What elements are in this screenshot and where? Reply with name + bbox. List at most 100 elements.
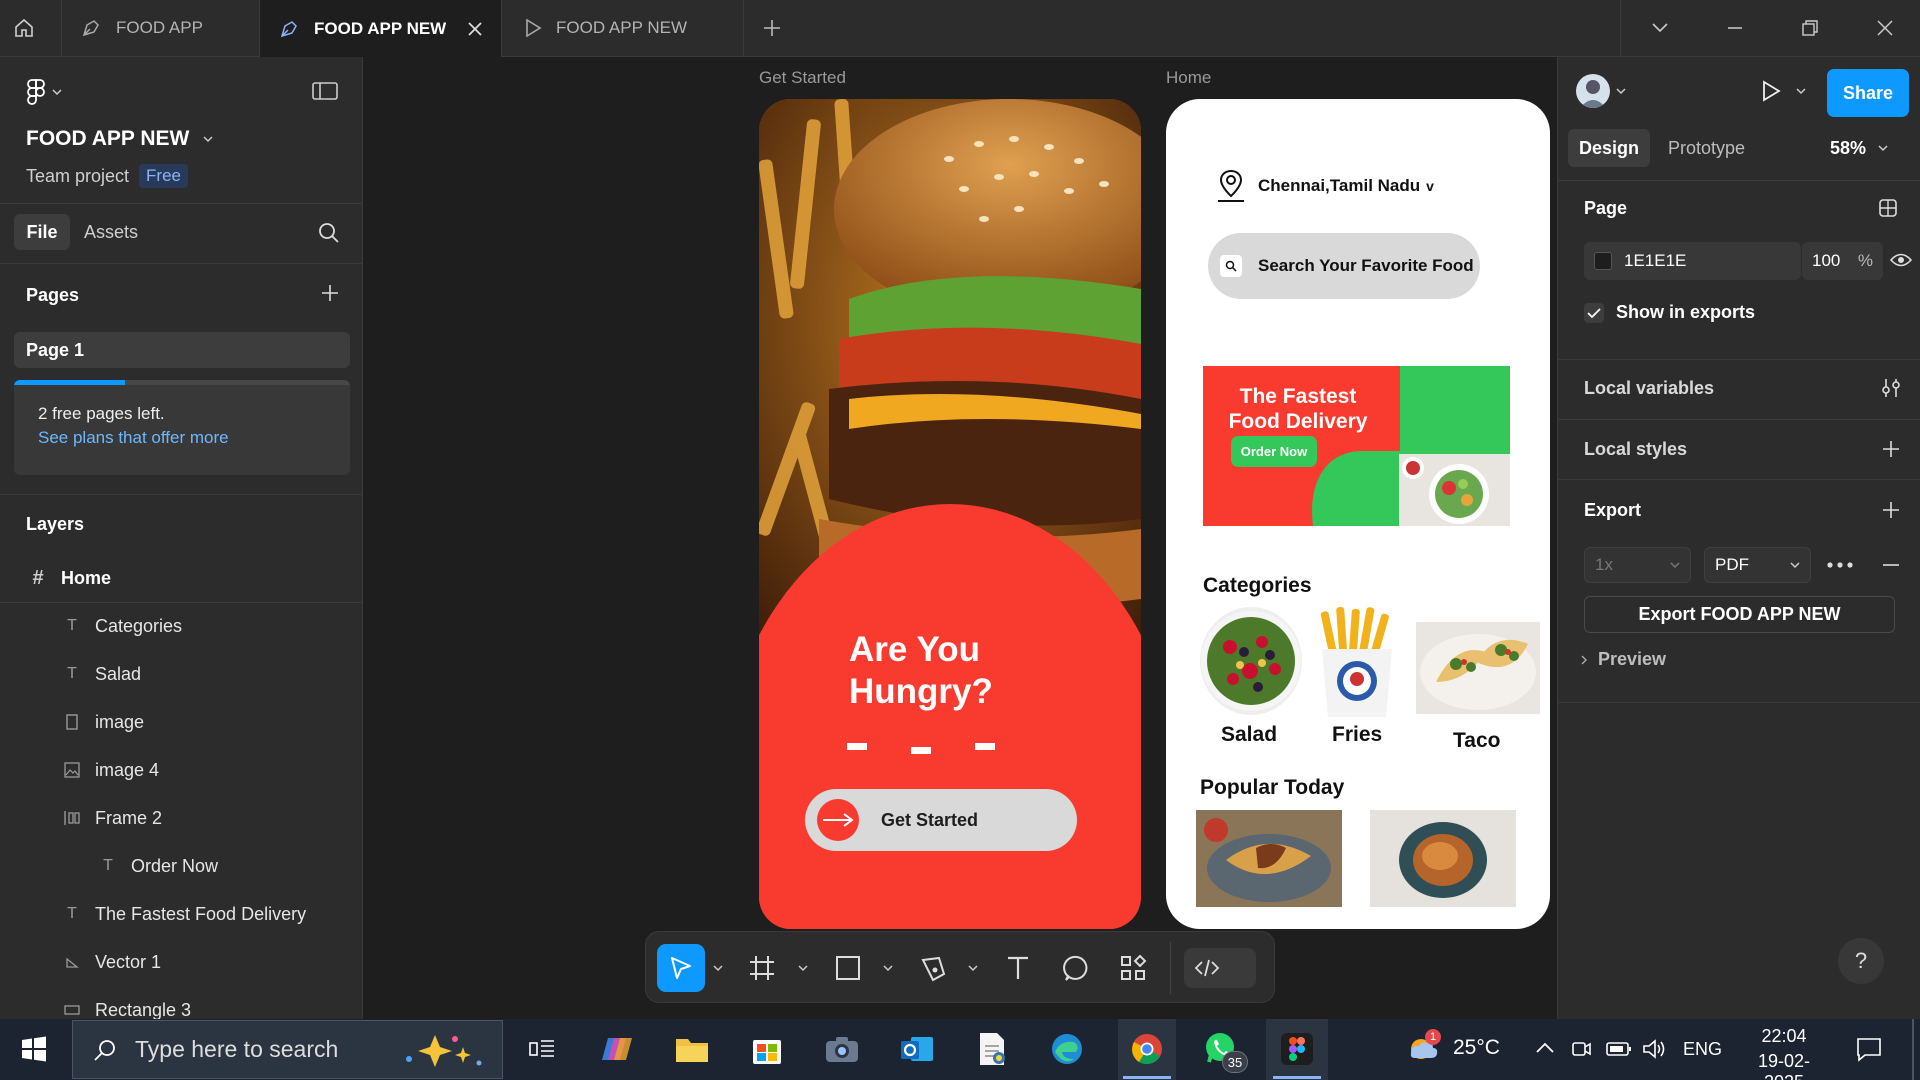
frame-tool-button[interactable] <box>740 946 784 995</box>
chrome-app[interactable] <box>1123 1027 1171 1071</box>
chevron-down-icon[interactable] <box>883 964 893 972</box>
layer-order-now[interactable]: T Order Now <box>0 842 362 890</box>
show-in-exports-checkbox[interactable]: Show in exports <box>1584 302 1755 323</box>
tab-food-app[interactable]: FOOD APP <box>62 0 260 56</box>
outlook-app[interactable] <box>893 1027 941 1071</box>
whatsapp-app[interactable]: 35 <box>1198 1027 1248 1073</box>
tab-food-app-new-prototype[interactable]: FOOD APP NEW <box>502 0 744 56</box>
export-settings-button[interactable] <box>1826 555 1854 580</box>
export-format-select[interactable]: PDF <box>1704 547 1811 583</box>
zoom-dropdown[interactable]: 58% <box>1830 129 1888 167</box>
layer-salad[interactable]: T Salad <box>0 650 362 698</box>
color-swatch[interactable] <box>1594 252 1612 270</box>
tab-list-button[interactable] <box>1622 0 1697 56</box>
popular-item-image-2[interactable] <box>1370 810 1516 907</box>
clock[interactable]: 22:04 19-02-2025 <box>1738 1026 1830 1080</box>
temperature[interactable]: 25°C <box>1453 1036 1500 1060</box>
get-started-button[interactable]: Get Started <box>805 789 1077 851</box>
salad-category-image[interactable] <box>1200 607 1302 715</box>
restore-button[interactable] <box>1772 0 1847 56</box>
home-frame[interactable]: Chennai,Tamil Nadu v Search Your Favorit… <box>1166 99 1550 929</box>
chevron-down-icon[interactable] <box>798 964 808 972</box>
chevron-down-icon[interactable] <box>713 964 723 972</box>
layer-image[interactable]: image <box>0 698 362 746</box>
plan-badge[interactable]: Free <box>139 164 189 188</box>
minimize-button[interactable] <box>1697 0 1772 56</box>
page-opacity-field[interactable]: 100 % <box>1802 242 1883 280</box>
task-view-button[interactable] <box>518 1027 566 1071</box>
assets-tab[interactable]: Assets <box>84 214 138 250</box>
text-tool-button[interactable] <box>996 946 1040 995</box>
home-tab[interactable] <box>0 0 62 56</box>
add-style-button[interactable] <box>1881 439 1901 464</box>
search-bar[interactable]: Search Your Favorite Food <box>1208 233 1480 299</box>
shape-tool-button[interactable] <box>826 946 870 995</box>
pen-tool-button[interactable] <box>911 946 955 995</box>
actions-tool-button[interactable] <box>1111 946 1155 995</box>
copilot-app[interactable] <box>593 1027 641 1071</box>
move-tool-button[interactable] <box>657 944 705 992</box>
canvas[interactable]: Get Started Home Are You Hungry? Get Sta… <box>364 57 1557 1019</box>
prototype-tab[interactable]: Prototype <box>1668 129 1745 167</box>
comment-tool-button[interactable] <box>1055 946 1099 995</box>
export-button[interactable]: Export FOOD APP NEW <box>1584 596 1895 633</box>
page-color-field[interactable]: 1E1E1E <box>1584 242 1801 280</box>
present-button[interactable] <box>1760 79 1806 103</box>
taco-category-image[interactable] <box>1416 622 1540 714</box>
local-variables-heading[interactable]: Local variables <box>1584 378 1714 399</box>
add-page-button[interactable] <box>320 283 340 308</box>
layer-home[interactable]: # Home <box>0 554 362 602</box>
fries-category-image[interactable] <box>1316 607 1398 719</box>
local-variables-button[interactable] <box>1880 377 1902 404</box>
opacity-value[interactable]: 100 <box>1812 251 1840 271</box>
project-title[interactable]: FOOD APP NEW <box>26 127 213 151</box>
edge-browser-app[interactable] <box>1043 1027 1091 1071</box>
input-language[interactable]: ENG <box>1683 1039 1722 1060</box>
volume-icon[interactable] <box>1642 1038 1666 1065</box>
start-button[interactable] <box>10 1027 58 1071</box>
close-tab-icon[interactable] <box>466 20 484 38</box>
show-hidden-icons-button[interactable] <box>1535 1041 1555 1060</box>
show-desktop-button[interactable] <box>1912 1019 1914 1080</box>
user-menu[interactable] <box>1576 74 1626 108</box>
tab-food-app-new-active[interactable]: FOOD APP NEW <box>260 0 502 57</box>
layer-fastest-food-delivery[interactable]: T The Fastest Food Delivery <box>0 890 362 938</box>
layer-image-4[interactable]: image 4 <box>0 746 362 794</box>
help-button[interactable]: ? <box>1838 938 1884 984</box>
weather-widget[interactable]: 1 <box>1405 1027 1441 1072</box>
design-tab[interactable]: Design <box>1568 129 1650 167</box>
dev-mode-toggle[interactable] <box>1184 948 1256 988</box>
figma-app[interactable] <box>1273 1027 1321 1071</box>
microsoft-store-app[interactable] <box>743 1027 791 1071</box>
checkbox-checked-icon[interactable] <box>1584 302 1604 323</box>
layer-vector-1[interactable]: Vector 1 <box>0 938 362 986</box>
get-started-frame[interactable]: Are You Hungry? Get Started <box>759 99 1141 929</box>
color-hex[interactable]: 1E1E1E <box>1624 251 1686 271</box>
preview-toggle[interactable]: Preview <box>1580 649 1666 670</box>
frame-label-get-started[interactable]: Get Started <box>759 68 846 88</box>
export-scale-select[interactable]: 1x <box>1584 547 1691 583</box>
visibility-toggle[interactable] <box>1889 251 1913 274</box>
new-tab-button[interactable] <box>744 0 800 56</box>
file-explorer-app[interactable] <box>668 1027 716 1071</box>
layer-categories[interactable]: T Categories <box>0 602 362 650</box>
camera-app[interactable] <box>818 1027 866 1071</box>
search-layers-button[interactable] <box>318 222 340 249</box>
battery-icon[interactable] <box>1606 1040 1632 1063</box>
promo-banner[interactable]: The Fastest Food Delivery Order Now <box>1203 366 1510 526</box>
meet-now-icon[interactable] <box>1570 1038 1592 1065</box>
taskbar-search-box[interactable]: Type here to search <box>72 1020 503 1079</box>
page-styles-button[interactable] <box>1877 197 1899 224</box>
popular-item-image-1[interactable] <box>1196 810 1342 907</box>
toggle-sidebar-button[interactable] <box>312 81 338 106</box>
remove-export-button[interactable] <box>1881 555 1901 580</box>
python-file-app[interactable] <box>968 1027 1016 1071</box>
file-tab[interactable]: File <box>14 214 70 250</box>
layer-rectangle-3[interactable]: Rectangle 3 <box>0 986 362 1019</box>
notifications-button[interactable] <box>1855 1035 1883 1068</box>
share-button[interactable]: Share <box>1827 69 1909 117</box>
main-menu-button[interactable] <box>26 79 62 105</box>
frame-label-home[interactable]: Home <box>1166 68 1211 88</box>
close-window-button[interactable] <box>1847 0 1920 56</box>
order-now-button[interactable]: Order Now <box>1231 436 1317 467</box>
